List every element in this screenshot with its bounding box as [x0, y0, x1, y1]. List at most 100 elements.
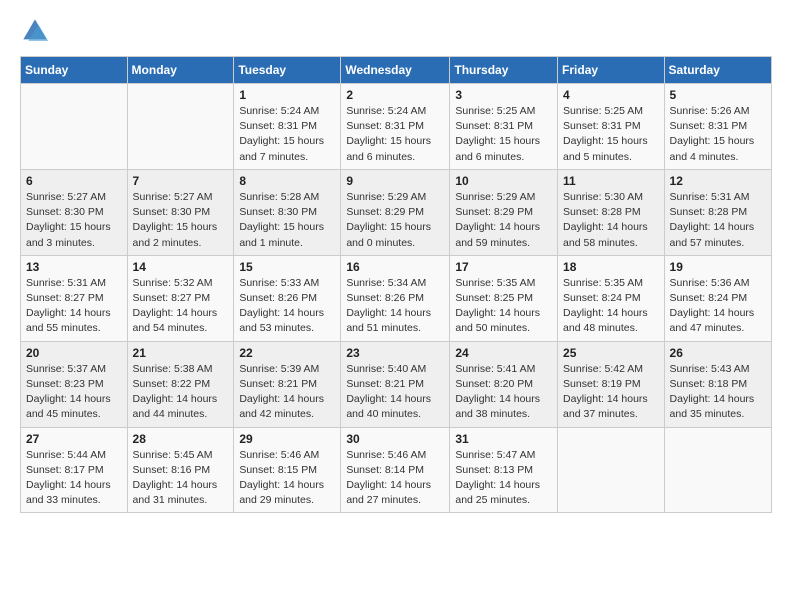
calendar-body: 1 Sunrise: 5:24 AMSunset: 8:31 PMDaylight…	[21, 84, 772, 513]
weekday-header-tuesday: Tuesday	[234, 57, 341, 84]
day-number: 29	[239, 432, 335, 446]
day-info: Sunrise: 5:35 AMSunset: 8:25 PMDaylight:…	[455, 276, 552, 337]
day-number: 2	[346, 88, 444, 102]
calendar-cell: 24 Sunrise: 5:41 AMSunset: 8:20 PMDayligh…	[450, 341, 558, 427]
day-number: 27	[26, 432, 122, 446]
calendar-cell: 22 Sunrise: 5:39 AMSunset: 8:21 PMDayligh…	[234, 341, 341, 427]
logo	[20, 16, 54, 46]
calendar-cell: 26Sunrise: 5:43 AMSunset: 8:18 PMDayligh…	[664, 341, 771, 427]
day-info: Sunrise: 5:36 AMSunset: 8:24 PMDaylight:…	[670, 276, 766, 337]
calendar-cell: 4Sunrise: 5:25 AMSunset: 8:31 PMDaylight…	[558, 84, 665, 170]
header	[20, 16, 772, 46]
calendar-cell: 8 Sunrise: 5:28 AMSunset: 8:30 PMDaylight…	[234, 169, 341, 255]
calendar-cell: 16Sunrise: 5:34 AMSunset: 8:26 PMDayligh…	[341, 255, 450, 341]
day-number: 11	[563, 174, 659, 188]
weekday-header-saturday: Saturday	[664, 57, 771, 84]
day-info: Sunrise: 5:44 AMSunset: 8:17 PMDaylight:…	[26, 448, 122, 509]
calendar-cell: 31 Sunrise: 5:47 AMSunset: 8:13 PMDayligh…	[450, 427, 558, 513]
day-number: 19	[670, 260, 766, 274]
day-number: 20	[26, 346, 122, 360]
day-number: 5	[670, 88, 766, 102]
calendar-cell: 25 Sunrise: 5:42 AMSunset: 8:19 PMDayligh…	[558, 341, 665, 427]
weekday-header-monday: Monday	[127, 57, 234, 84]
day-info: Sunrise: 5:40 AMSunset: 8:21 PMDaylight:…	[346, 362, 444, 423]
day-info: Sunrise: 5:47 AMSunset: 8:13 PMDaylight:…	[455, 448, 552, 509]
day-number: 24	[455, 346, 552, 360]
day-number: 10	[455, 174, 552, 188]
day-info: Sunrise: 5:38 AMSunset: 8:22 PMDaylight:…	[133, 362, 229, 423]
day-info: Sunrise: 5:45 AMSunset: 8:16 PMDaylight:…	[133, 448, 229, 509]
day-number: 22	[239, 346, 335, 360]
calendar-cell: 17 Sunrise: 5:35 AMSunset: 8:25 PMDayligh…	[450, 255, 558, 341]
day-number: 16	[346, 260, 444, 274]
day-info: Sunrise: 5:28 AMSunset: 8:30 PMDaylight:…	[239, 190, 335, 251]
calendar-week-row: 27 Sunrise: 5:44 AMSunset: 8:17 PMDayligh…	[21, 427, 772, 513]
weekday-header-thursday: Thursday	[450, 57, 558, 84]
day-number: 1	[239, 88, 335, 102]
day-info: Sunrise: 5:31 AMSunset: 8:27 PMDaylight:…	[26, 276, 122, 337]
day-number: 12	[670, 174, 766, 188]
weekday-header-sunday: Sunday	[21, 57, 128, 84]
day-info: Sunrise: 5:25 AMSunset: 8:31 PMDaylight:…	[455, 104, 552, 165]
day-info: Sunrise: 5:24 AMSunset: 8:31 PMDaylight:…	[239, 104, 335, 165]
weekday-header-row: SundayMondayTuesdayWednesdayThursdayFrid…	[21, 57, 772, 84]
day-number: 26	[670, 346, 766, 360]
calendar-week-row: 6 Sunrise: 5:27 AMSunset: 8:30 PMDaylight…	[21, 169, 772, 255]
calendar-cell: 1 Sunrise: 5:24 AMSunset: 8:31 PMDaylight…	[234, 84, 341, 170]
day-number: 30	[346, 432, 444, 446]
calendar-header: SundayMondayTuesdayWednesdayThursdayFrid…	[21, 57, 772, 84]
day-info: Sunrise: 5:29 AMSunset: 8:29 PMDaylight:…	[346, 190, 444, 251]
calendar-cell: 2 Sunrise: 5:24 AMSunset: 8:31 PMDaylight…	[341, 84, 450, 170]
calendar-cell	[127, 84, 234, 170]
calendar-cell: 13Sunrise: 5:31 AMSunset: 8:27 PMDayligh…	[21, 255, 128, 341]
day-info: Sunrise: 5:33 AMSunset: 8:26 PMDaylight:…	[239, 276, 335, 337]
day-info: Sunrise: 5:35 AMSunset: 8:24 PMDaylight:…	[563, 276, 659, 337]
day-number: 7	[133, 174, 229, 188]
logo-icon	[20, 16, 50, 46]
calendar-cell: 6 Sunrise: 5:27 AMSunset: 8:30 PMDaylight…	[21, 169, 128, 255]
day-info: Sunrise: 5:30 AMSunset: 8:28 PMDaylight:…	[563, 190, 659, 251]
calendar-cell: 28Sunrise: 5:45 AMSunset: 8:16 PMDayligh…	[127, 427, 234, 513]
day-info: Sunrise: 5:42 AMSunset: 8:19 PMDaylight:…	[563, 362, 659, 423]
calendar-cell: 20Sunrise: 5:37 AMSunset: 8:23 PMDayligh…	[21, 341, 128, 427]
calendar-cell: 19 Sunrise: 5:36 AMSunset: 8:24 PMDayligh…	[664, 255, 771, 341]
weekday-header-friday: Friday	[558, 57, 665, 84]
calendar-week-row: 20Sunrise: 5:37 AMSunset: 8:23 PMDayligh…	[21, 341, 772, 427]
calendar-cell: 21 Sunrise: 5:38 AMSunset: 8:22 PMDayligh…	[127, 341, 234, 427]
weekday-header-wednesday: Wednesday	[341, 57, 450, 84]
day-number: 3	[455, 88, 552, 102]
day-info: Sunrise: 5:27 AMSunset: 8:30 PMDaylight:…	[26, 190, 122, 251]
day-number: 25	[563, 346, 659, 360]
calendar-cell: 30 Sunrise: 5:46 AMSunset: 8:14 PMDayligh…	[341, 427, 450, 513]
calendar-cell: 29 Sunrise: 5:46 AMSunset: 8:15 PMDayligh…	[234, 427, 341, 513]
calendar-cell: 3 Sunrise: 5:25 AMSunset: 8:31 PMDaylight…	[450, 84, 558, 170]
day-info: Sunrise: 5:32 AMSunset: 8:27 PMDaylight:…	[133, 276, 229, 337]
calendar-cell: 12Sunrise: 5:31 AMSunset: 8:28 PMDayligh…	[664, 169, 771, 255]
day-number: 17	[455, 260, 552, 274]
day-info: Sunrise: 5:24 AMSunset: 8:31 PMDaylight:…	[346, 104, 444, 165]
day-info: Sunrise: 5:29 AMSunset: 8:29 PMDaylight:…	[455, 190, 552, 251]
calendar-cell: 18 Sunrise: 5:35 AMSunset: 8:24 PMDayligh…	[558, 255, 665, 341]
calendar-cell: 7Sunrise: 5:27 AMSunset: 8:30 PMDaylight…	[127, 169, 234, 255]
calendar-cell: 15 Sunrise: 5:33 AMSunset: 8:26 PMDayligh…	[234, 255, 341, 341]
day-number: 18	[563, 260, 659, 274]
day-number: 21	[133, 346, 229, 360]
day-info: Sunrise: 5:25 AMSunset: 8:31 PMDaylight:…	[563, 104, 659, 165]
day-info: Sunrise: 5:26 AMSunset: 8:31 PMDaylight:…	[670, 104, 766, 165]
calendar-cell: 27 Sunrise: 5:44 AMSunset: 8:17 PMDayligh…	[21, 427, 128, 513]
day-number: 6	[26, 174, 122, 188]
calendar-cell: 9Sunrise: 5:29 AMSunset: 8:29 PMDaylight…	[341, 169, 450, 255]
day-number: 8	[239, 174, 335, 188]
day-number: 31	[455, 432, 552, 446]
day-info: Sunrise: 5:41 AMSunset: 8:20 PMDaylight:…	[455, 362, 552, 423]
calendar-cell: 14Sunrise: 5:32 AMSunset: 8:27 PMDayligh…	[127, 255, 234, 341]
calendar-week-row: 13Sunrise: 5:31 AMSunset: 8:27 PMDayligh…	[21, 255, 772, 341]
calendar-cell: 5 Sunrise: 5:26 AMSunset: 8:31 PMDaylight…	[664, 84, 771, 170]
day-info: Sunrise: 5:46 AMSunset: 8:15 PMDaylight:…	[239, 448, 335, 509]
calendar-cell	[21, 84, 128, 170]
day-number: 15	[239, 260, 335, 274]
calendar-week-row: 1 Sunrise: 5:24 AMSunset: 8:31 PMDaylight…	[21, 84, 772, 170]
day-info: Sunrise: 5:46 AMSunset: 8:14 PMDaylight:…	[346, 448, 444, 509]
calendar-cell: 11 Sunrise: 5:30 AMSunset: 8:28 PMDayligh…	[558, 169, 665, 255]
day-info: Sunrise: 5:39 AMSunset: 8:21 PMDaylight:…	[239, 362, 335, 423]
